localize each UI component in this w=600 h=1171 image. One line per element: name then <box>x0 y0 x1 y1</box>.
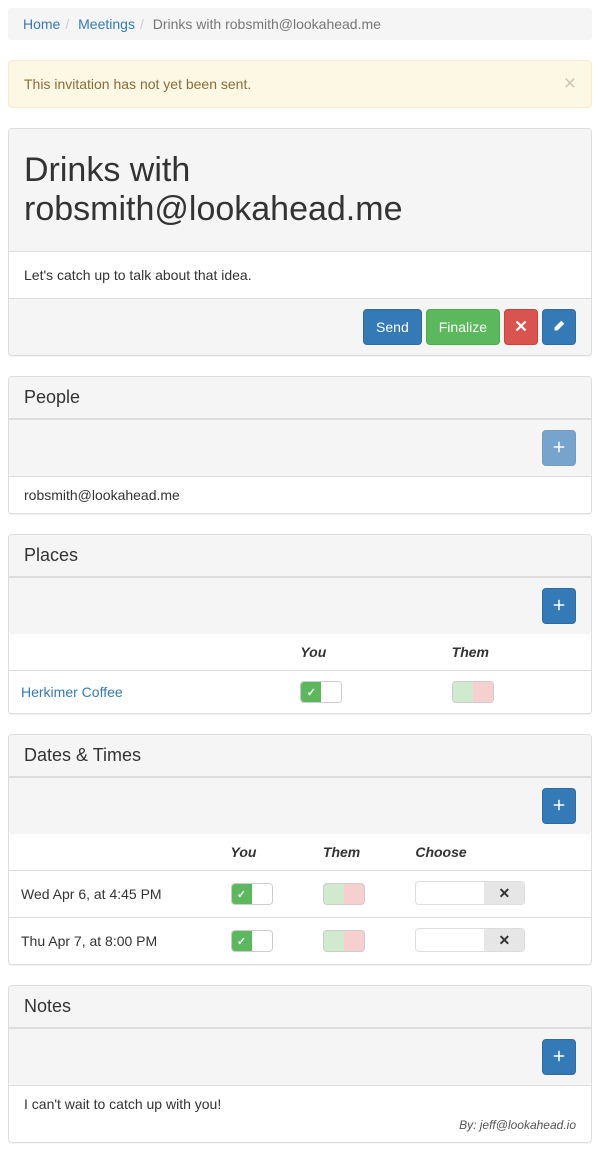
finalize-button[interactable]: Finalize <box>426 309 500 345</box>
close-icon: ✕ <box>498 932 510 949</box>
meeting-panel: Drinks with robsmith@lookahead.me Let's … <box>8 128 592 356</box>
notes-panel: Notes I can't wait to catch up with you!… <box>8 985 592 1143</box>
check-icon: ✓ <box>307 686 316 699</box>
meeting-actions: Send Finalize <box>9 298 591 355</box>
meeting-title: Drinks with robsmith@lookahead.me <box>24 151 576 229</box>
add-note-button[interactable] <box>542 1039 576 1075</box>
choose-toggle[interactable]: ✕ <box>415 881 525 905</box>
places-panel: Places You Them Herkimer Coffee ✓ <box>8 534 592 714</box>
col-you: You <box>288 634 439 671</box>
plus-icon <box>553 798 565 814</box>
col-them: Them <box>311 834 403 871</box>
delete-button[interactable] <box>504 309 538 345</box>
places-table: You Them Herkimer Coffee ✓ <box>9 634 591 713</box>
add-person-button[interactable] <box>542 430 576 466</box>
plus-icon <box>553 1049 565 1065</box>
check-icon: ✓ <box>237 935 246 948</box>
note-author: By: jeff@lookahead.io <box>24 1118 576 1132</box>
breadcrumb-current: Drinks with robsmith@lookahead.me <box>135 16 381 32</box>
close-icon <box>515 319 527 335</box>
send-button[interactable]: Send <box>363 309 422 345</box>
breadcrumb-meetings[interactable]: Meetings <box>78 16 135 32</box>
date-row: Thu Apr 7, at 8:00 PM ✓ ✕ <box>9 918 591 965</box>
date-row: Wed Apr 6, at 4:45 PM ✓ ✕ <box>9 871 591 918</box>
dates-table: You Them Choose Wed Apr 6, at 4:45 PM ✓ … <box>9 834 591 964</box>
add-place-button[interactable] <box>542 588 576 624</box>
dates-title: Dates & Times <box>24 745 576 766</box>
people-panel: People robsmith@lookahead.me <box>8 376 592 514</box>
col-choose: Choose <box>403 834 591 871</box>
meeting-header: Drinks with robsmith@lookahead.me <box>9 129 591 252</box>
date-label: Wed Apr 6, at 4:45 PM <box>9 871 219 918</box>
date-label: Thu Apr 7, at 8:00 PM <box>9 918 219 965</box>
breadcrumb-home[interactable]: Home <box>23 16 60 32</box>
people-header: People <box>9 377 591 419</box>
breadcrumb: Home Meetings Drinks with robsmith@looka… <box>8 8 592 40</box>
them-toggle[interactable] <box>323 930 365 952</box>
note-text: I can't wait to catch up with you! <box>24 1096 576 1112</box>
people-title: People <box>24 387 576 408</box>
you-toggle[interactable]: ✓ <box>231 883 273 905</box>
choose-toggle[interactable]: ✕ <box>415 928 525 952</box>
notes-title: Notes <box>24 996 576 1017</box>
invitation-alert: This invitation has not yet been sent. × <box>8 60 592 108</box>
place-link[interactable]: Herkimer Coffee <box>21 684 123 700</box>
pencil-icon <box>553 319 565 335</box>
them-toggle[interactable] <box>323 883 365 905</box>
close-icon: × <box>564 72 576 95</box>
place-row: Herkimer Coffee ✓ <box>9 671 591 714</box>
alert-text: This invitation has not yet been sent. <box>24 76 251 92</box>
add-date-button[interactable] <box>542 788 576 824</box>
them-toggle[interactable] <box>452 681 494 703</box>
meeting-description: Let's catch up to talk about that idea. <box>9 252 591 298</box>
places-title: Places <box>24 545 576 566</box>
dates-panel: Dates & Times You Them Choose Wed Apr 6,… <box>8 734 592 965</box>
alert-close-button[interactable]: × <box>564 73 576 94</box>
col-them: Them <box>440 634 591 671</box>
check-icon: ✓ <box>237 888 246 901</box>
notes-list: I can't wait to catch up with you! By: j… <box>9 1085 591 1142</box>
close-icon: ✕ <box>498 885 510 902</box>
plus-icon <box>553 598 565 614</box>
you-toggle[interactable]: ✓ <box>231 930 273 952</box>
edit-button[interactable] <box>542 309 576 345</box>
you-toggle[interactable]: ✓ <box>300 681 342 703</box>
plus-icon <box>553 440 565 456</box>
note-item: I can't wait to catch up with you! By: j… <box>9 1086 591 1142</box>
people-list: robsmith@lookahead.me <box>9 476 591 513</box>
person-item: robsmith@lookahead.me <box>9 477 591 513</box>
col-you: You <box>219 834 311 871</box>
